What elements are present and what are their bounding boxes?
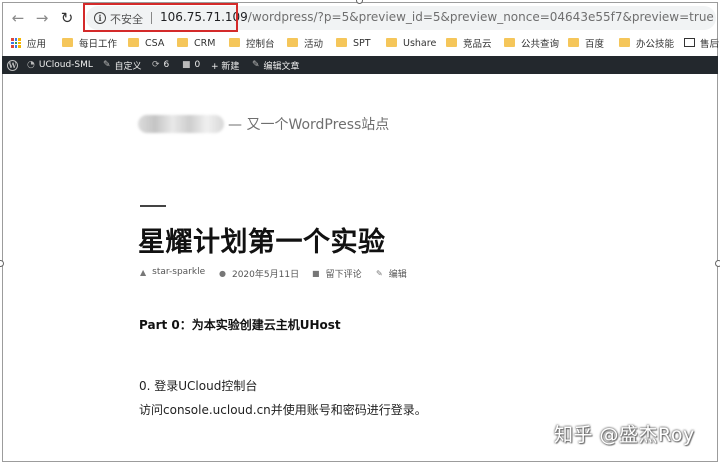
section-heading: Part 0：为本实验创建云主机UHost (139, 318, 341, 332)
brush-icon: ✎ (103, 60, 111, 70)
admin-updates-count: 6 (163, 60, 170, 70)
bookmark-label: 竞品云 (463, 39, 492, 50)
admin-edit-post-label: 编辑文章 (263, 61, 300, 72)
bookmark-ushare[interactable]: Ushare (386, 34, 436, 52)
bookmark-spt[interactable]: SPT (336, 34, 371, 52)
site-title[interactable]: — 又一个WordPress站点 (138, 114, 389, 134)
reload-button[interactable]: ↻ (57, 8, 77, 28)
admin-site-name[interactable]: ◔ UCloud-SML (27, 56, 93, 74)
bookmark-baidu[interactable]: 百度 (568, 34, 604, 52)
wp-admin-bar: W ◔ UCloud-SML ✎ 自定义 ⟳ 6 ■ 0 + 新建 ✎ 编辑文章 (2, 56, 718, 74)
bookmark-daily-work[interactable]: 每日工作 (62, 34, 117, 52)
bookmark-label: CSA (145, 37, 165, 49)
update-icon: ⟳ (152, 60, 160, 70)
resize-handle-top[interactable] (356, 0, 363, 4)
bookmark-apps[interactable]: 应用 (11, 34, 46, 52)
bookmark-events[interactable]: 活动 (287, 34, 323, 52)
clock-icon: ● (219, 269, 226, 278)
apps-grid-icon (11, 38, 21, 48)
wordpress-logo-icon: W (7, 59, 18, 71)
back-button[interactable]: ← (8, 8, 28, 28)
user-icon: ▲ (140, 267, 147, 277)
post-date[interactable]: ● 2020年5月11日 (219, 267, 299, 280)
paragraph-step-access: 访问console.ucloud.cn并使用账号和密码进行登录。 (139, 403, 427, 417)
post-date-label: 2020年5月11日 (231, 270, 300, 280)
bookmark-label: 公共查询 (521, 39, 560, 50)
admin-new-label: + 新建 (211, 61, 240, 72)
site-title-suffix: — 又一个WordPress站点 (228, 117, 390, 133)
pencil-icon: ✎ (252, 60, 260, 70)
url-text[interactable]: 106.75.71.109/wordpress/?p=5&preview_id=… (160, 10, 714, 24)
wp-logo-menu[interactable]: W (7, 56, 18, 74)
dashboard-icon: ◔ (27, 60, 35, 70)
book-icon (684, 37, 695, 47)
forward-button[interactable]: → (32, 8, 52, 28)
admin-customize[interactable]: ✎ 自定义 (103, 56, 142, 74)
bookmark-label: 办公技能 (636, 39, 675, 50)
bookmark-label: SPT (353, 37, 371, 49)
folder-icon (619, 37, 630, 47)
admin-new[interactable]: + 新建 (211, 56, 239, 74)
admin-customize-label: 自定义 (114, 61, 142, 72)
folder-icon (229, 37, 240, 47)
folder-icon (446, 37, 457, 47)
paragraph-step-login: 0. 登录UCloud控制台 (139, 379, 258, 393)
folder-icon (128, 37, 139, 47)
reload-icon: ↻ (60, 9, 74, 27)
post-comment-label: 留下评论 (325, 270, 362, 280)
arrow-right-icon: → (35, 9, 49, 27)
title-divider (140, 205, 166, 207)
folder-icon (386, 37, 397, 47)
admin-edit-post[interactable]: ✎ 编辑文章 (252, 56, 300, 74)
post-author[interactable]: ▲ star-sparkle (140, 267, 205, 277)
bookmark-after-sales[interactable]: 售后 (684, 34, 719, 52)
bookmark-label: Ushare (403, 37, 437, 49)
resize-handle-right[interactable] (715, 260, 720, 267)
comment-icon: ■ (312, 269, 320, 278)
url-path: /wordpress/?p=5&preview_id=5&preview_non… (247, 10, 714, 24)
bookmark-label: CRM (194, 37, 216, 49)
folder-icon (62, 37, 73, 47)
admin-site-name-label: UCloud-SML (38, 60, 93, 70)
bookmark-competitor-cloud[interactable]: 竞品云 (446, 34, 492, 52)
post-edit-link[interactable]: ✎ 编辑 (376, 267, 407, 280)
folder-icon (504, 37, 515, 47)
folder-icon (336, 37, 347, 47)
post-comment-link[interactable]: ■ 留下评论 (312, 267, 362, 280)
admin-comments[interactable]: ■ 0 (182, 56, 200, 74)
folder-icon (568, 37, 579, 47)
bookmark-crm[interactable]: CRM (177, 34, 215, 52)
admin-updates[interactable]: ⟳ 6 (152, 56, 169, 74)
pencil-icon: ✎ (376, 269, 383, 278)
post-author-label: star-sparkle (152, 267, 206, 277)
blurred-site-name (138, 115, 224, 133)
folder-icon (177, 37, 188, 47)
admin-comments-count: 0 (194, 60, 201, 70)
bookmark-label: 百度 (585, 39, 605, 50)
bookmark-csa[interactable]: CSA (128, 34, 164, 52)
bookmark-label: 每日工作 (79, 39, 118, 50)
bookmark-label: 应用 (27, 39, 47, 50)
annotation-highlight-box (83, 3, 238, 32)
bookmarks-bar: 应用 每日工作 CSA CRM 控制台 活动 SPT Ushare 竞品云 公共… (0, 34, 720, 52)
post-title: 星耀计划第一个实验 (138, 227, 386, 258)
bookmark-office-skills[interactable]: 办公技能 (619, 34, 674, 52)
bookmark-label: 售后 (700, 39, 720, 50)
folder-icon (287, 37, 298, 47)
bookmark-public-query[interactable]: 公共查询 (504, 34, 559, 52)
bookmark-label: 活动 (304, 39, 324, 50)
bookmark-console[interactable]: 控制台 (229, 34, 275, 52)
zhihu-watermark: 知乎 @盛杰Roy (554, 424, 695, 446)
post-edit-label: 编辑 (388, 270, 407, 280)
bookmark-label: 控制台 (246, 39, 275, 50)
resize-handle-left[interactable] (0, 260, 4, 267)
comment-icon: ■ (182, 60, 191, 70)
arrow-left-icon: ← (11, 9, 25, 27)
